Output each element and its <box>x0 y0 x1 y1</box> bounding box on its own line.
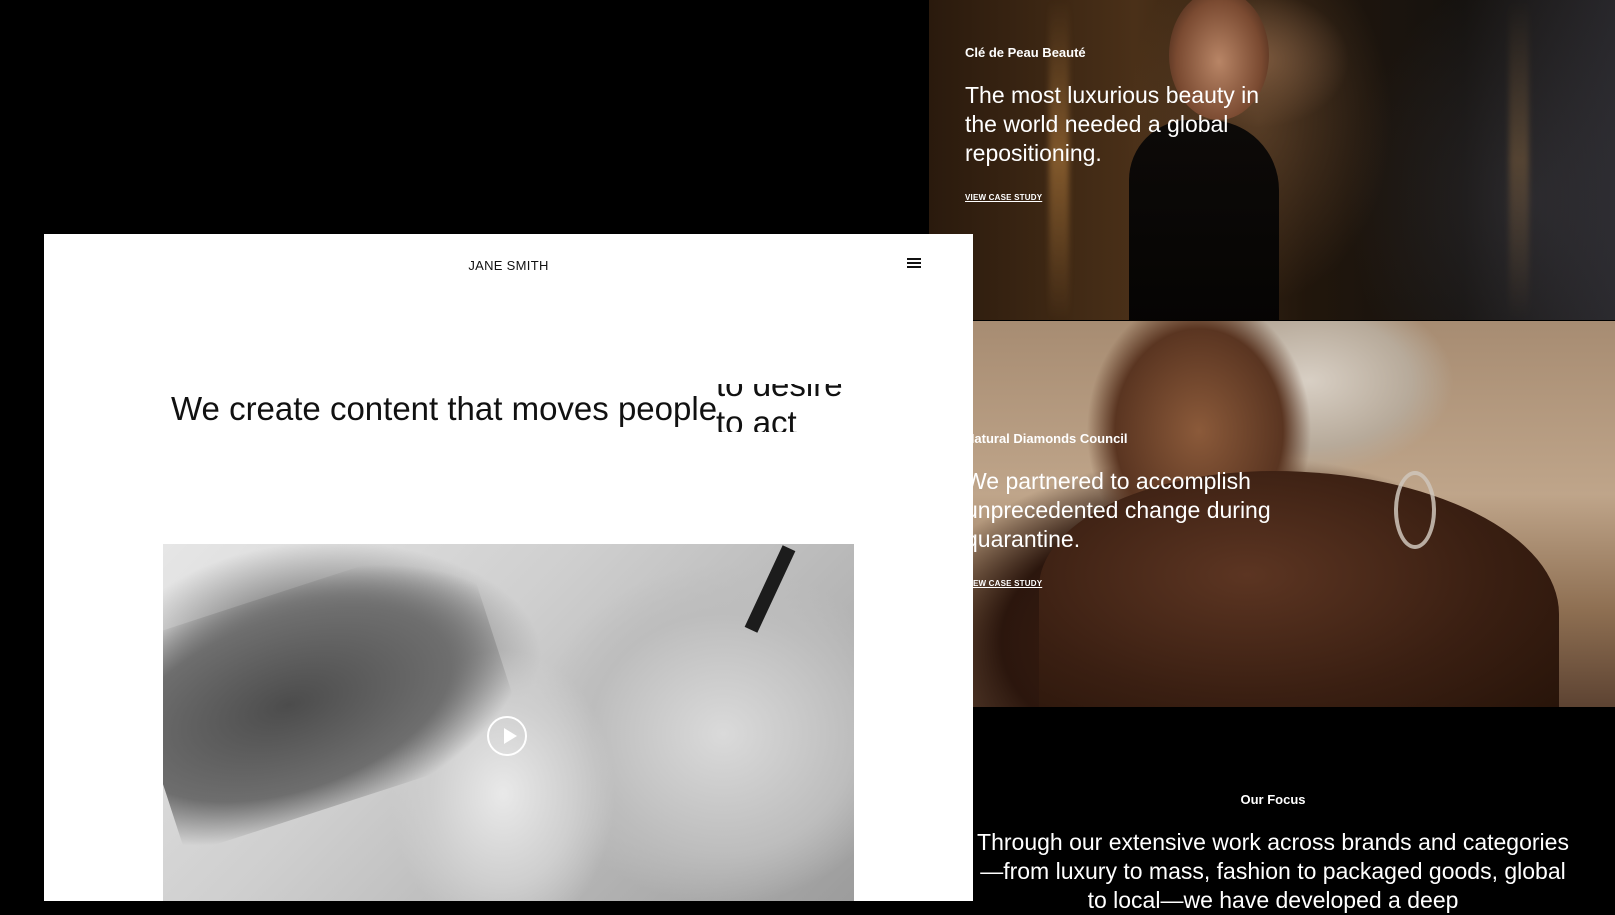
client-name: Clé de Peau Beauté <box>965 45 1086 60</box>
case-study-text: Clé de Peau Beauté The most luxurious be… <box>965 45 1285 205</box>
client-name: Natural Diamonds Council <box>965 431 1128 446</box>
case-study-natural-diamonds: Natural Diamonds Council We partnered to… <box>929 321 1615 707</box>
video-still-strap <box>744 545 796 633</box>
homepage-panel: JANE SMITH We create content that moves … <box>44 234 973 901</box>
site-logo[interactable]: JANE SMITH <box>44 258 973 273</box>
rotating-word: to desire <box>716 384 843 403</box>
rotating-word: to act <box>716 404 797 432</box>
hamburger-menu-icon[interactable] <box>907 258 921 270</box>
case-study-text: Natural Diamonds Council We partnered to… <box>965 431 1285 591</box>
our-focus-text: Through our extensive work across brands… <box>977 829 1569 913</box>
view-case-study-link[interactable]: VIEW CASE STUDY <box>965 579 1042 588</box>
hero-rotating-words: to desire to act <box>716 384 843 432</box>
view-case-study-link[interactable]: VIEW CASE STUDY <box>965 193 1042 202</box>
hero-video[interactable] <box>163 544 854 901</box>
hero-static-text: We create content that moves people <box>171 390 718 427</box>
our-focus-label: Our Focus <box>1240 792 1306 807</box>
earring <box>1394 471 1436 549</box>
case-study-cle-de-peau: Clé de Peau Beauté The most luxurious be… <box>929 0 1615 320</box>
case-study-headline: The most luxurious beauty in the world n… <box>965 82 1260 166</box>
video-still-hair <box>163 544 529 855</box>
hero-headline: We create content that moves people to d… <box>171 384 871 432</box>
background-light <box>1509 0 1529 320</box>
play-icon[interactable] <box>487 716 527 756</box>
case-study-headline: We partnered to accomplish unprecedented… <box>965 468 1271 552</box>
